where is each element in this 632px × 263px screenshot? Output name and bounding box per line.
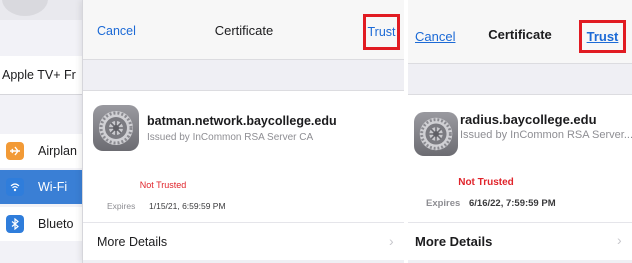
sheet-title: Certificate [214, 23, 274, 38]
sidebar-item-label: Apple TV+ Fr [2, 68, 76, 82]
expires-label: Expires [426, 198, 461, 209]
expires-value: 1/15/21, 6:59:59 PM [149, 201, 226, 211]
more-details-label: More Details [415, 234, 493, 249]
certificate-sheet-right: Cancel Certificate Trust radius.baycolle… [408, 0, 632, 263]
sidebar-item-apple-tv[interactable]: Apple TV+ Fr [0, 56, 92, 94]
sidebar-item-label: Blueto [38, 217, 74, 231]
sidebar-item-wifi[interactable]: Wi-Fi [0, 170, 92, 204]
trust-status-label: Not Trusted [139, 180, 187, 190]
trust-button[interactable]: Trust [363, 14, 400, 50]
certificate-name: batman.network.baycollege.edu [147, 114, 337, 128]
settings-gear-icon [93, 105, 139, 151]
trust-button[interactable]: Trust [579, 20, 626, 53]
certificate-sheet-left: Cancel Certificate Trust batman.network.… [82, 0, 404, 263]
sidebar-item-label: Wi-Fi [38, 180, 68, 194]
wifi-icon [6, 178, 24, 196]
certificate-issuer: Issued by InCommon RSA Server CA [147, 132, 314, 143]
airplane-icon [6, 142, 24, 160]
more-details-row[interactable]: More Details › [408, 222, 632, 260]
certificate-summary: batman.network.baycollege.edu Issued by … [83, 90, 404, 222]
bluetooth-icon [6, 215, 24, 233]
certificate-name: radius.baycollege.edu [460, 112, 597, 127]
chevron-right-icon: › [617, 232, 622, 248]
trust-status-label: Not Trusted [458, 177, 514, 188]
sidebar-item-bluetooth[interactable]: Blueto [0, 207, 92, 241]
settings-sidebar: Apple TV+ Fr Airplan Wi-Fi Blueto [0, 0, 92, 263]
sidebar-divider [0, 94, 92, 95]
certificate-summary: radius.baycollege.edu Issued by InCommon… [408, 94, 632, 222]
expires-label: Expires [107, 201, 136, 211]
sidebar-item-label: Airplan [38, 144, 77, 158]
expires-value: 6/16/22, 7:59:59 PM [469, 198, 556, 209]
settings-gear-icon [414, 112, 458, 156]
sheet-nav-bar: Cancel Certificate Trust [83, 0, 404, 60]
chevron-right-icon: › [389, 233, 394, 249]
more-details-label: More Details [97, 235, 168, 249]
sidebar-item-airplane-mode[interactable]: Airplan [0, 134, 92, 168]
certificate-issuer: Issued by InCommon RSA Server... [460, 129, 632, 141]
left-screenshot-panel: Apple TV+ Fr Airplan Wi-Fi Blueto Cancel… [0, 0, 404, 263]
more-details-row[interactable]: More Details › [83, 222, 404, 260]
sheet-nav-bar: Cancel Certificate Trust [408, 0, 632, 64]
